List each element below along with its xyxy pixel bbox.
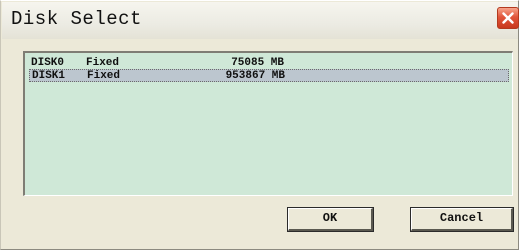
disk-name: DISK0	[31, 57, 65, 69]
disk-row-disk1[interactable]: DISK1 Fixed 953867 MB	[29, 69, 509, 82]
disk-type: Fixed	[86, 57, 120, 69]
disk-select-dialog: Disk Select DISK0 Fixed 75085 MB DISK1 F…	[0, 0, 519, 250]
ok-button[interactable]: OK	[287, 207, 374, 232]
disk-type: Fixed	[87, 70, 121, 82]
window-title: Disk Select	[11, 8, 142, 30]
cancel-button[interactable]: Cancel	[410, 207, 514, 232]
disk-size: 953867 MB	[225, 70, 285, 82]
disk-size: 75085 MB	[231, 57, 284, 69]
title-bar[interactable]: Disk Select	[2, 2, 519, 39]
disk-name: DISK1	[32, 70, 66, 82]
disk-listbox[interactable]: DISK0 Fixed 75085 MB DISK1 Fixed 953867 …	[23, 51, 513, 196]
close-button[interactable]	[497, 7, 519, 29]
close-x-icon	[502, 12, 514, 24]
